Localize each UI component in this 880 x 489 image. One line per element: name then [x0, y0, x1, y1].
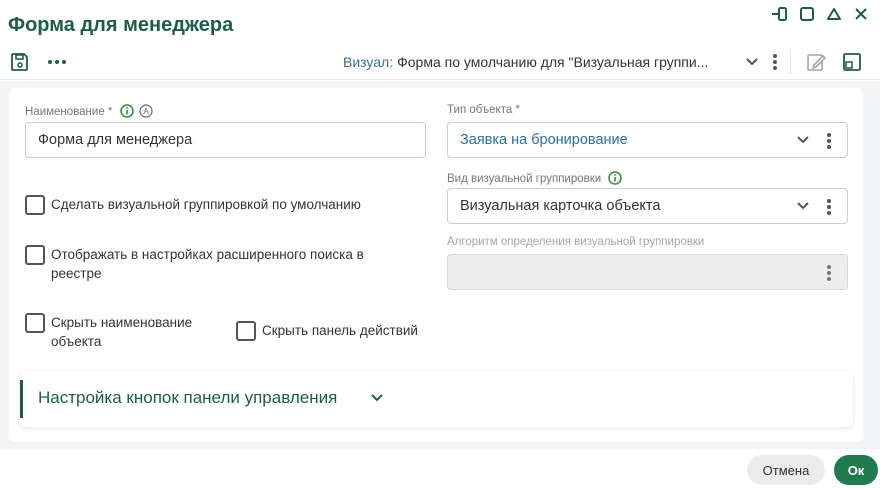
algorithm-label: Алгоритм определения визуальной группиро…	[447, 236, 705, 248]
hide-name-label-line2: объекта	[51, 334, 102, 349]
name-label-text: Наименование *	[25, 106, 113, 118]
visual-group-label-text: Вид визуальной группировки	[447, 173, 602, 185]
default-group-checkbox-label: Сделать визуальной группировкой по умолч…	[51, 197, 361, 212]
algorithm-select	[447, 254, 848, 290]
chevron-down-icon[interactable]	[795, 132, 811, 148]
ok-button[interactable]: Ок	[834, 455, 878, 485]
name-input-value: Форма для менеджера	[38, 132, 193, 148]
name-label: Наименование * A	[25, 104, 153, 118]
chevron-down-icon[interactable]	[795, 198, 811, 214]
visual-value: Форма по умолчанию для "Визуальная групп…	[397, 54, 709, 70]
more-vertical-icon[interactable]	[823, 197, 835, 217]
control-panel-buttons-section[interactable]: Настройка кнопок панели управления	[20, 371, 853, 427]
object-type-value[interactable]: Заявка на бронирование	[460, 132, 628, 148]
hide-name-label-line1: Скрыть наименование	[51, 315, 193, 330]
more-vertical-icon[interactable]	[823, 131, 835, 151]
svg-text:A: A	[143, 107, 149, 116]
show-advanced-search-checkbox[interactable]	[25, 245, 45, 265]
pin-icon[interactable]	[771, 5, 789, 23]
hide-name-checkbox[interactable]	[25, 313, 45, 333]
close-icon[interactable]	[852, 5, 870, 23]
object-type-select[interactable]: Заявка на бронирование	[447, 122, 848, 158]
section-accent-bar	[20, 380, 23, 418]
default-group-checkbox[interactable]	[25, 195, 45, 215]
more-vertical-icon[interactable]	[823, 263, 835, 283]
info-icon	[119, 104, 134, 118]
object-type-label: Тип объекта *	[447, 104, 520, 116]
hide-name-label: Скрыть наименование объекта	[51, 313, 192, 351]
window-controls	[771, 5, 870, 23]
window-title: Форма для менеджера	[8, 14, 234, 36]
chevron-down-icon[interactable]	[370, 390, 384, 408]
save-icon[interactable]	[8, 50, 32, 74]
maximize-icon[interactable]	[798, 5, 816, 23]
section-title: Настройка кнопок панели управления	[38, 388, 338, 407]
collapse-icon[interactable]	[825, 5, 843, 23]
show-advanced-search-label-line2: реестре	[51, 266, 102, 281]
cancel-button[interactable]: Отмена	[747, 455, 825, 485]
show-advanced-search-label-line1: Отображать в настройках расширенного пои…	[51, 247, 364, 262]
name-input[interactable]: Форма для менеджера	[25, 122, 426, 158]
show-advanced-search-label: Отображать в настройках расширенного пои…	[51, 245, 364, 283]
checkbox-row-hide-actions: Скрыть панель действий	[236, 321, 418, 341]
more-vertical-icon[interactable]	[763, 50, 787, 74]
checkbox-row-default-group: Сделать визуальной группировкой по умолч…	[25, 195, 361, 215]
autofill-icon: A	[139, 104, 153, 118]
visual-label: Визуал:	[343, 54, 394, 70]
visual-group-value: Визуальная карточка объекта	[460, 198, 661, 214]
chevron-down-icon[interactable]	[740, 50, 764, 74]
visual-selector[interactable]: Визуал: Форма по умолчанию для "Визуальна…	[343, 54, 708, 70]
hide-actions-label: Скрыть панель действий	[262, 323, 418, 338]
layout-icon[interactable]	[840, 50, 864, 74]
info-icon	[608, 171, 623, 185]
toolbar-divider	[790, 50, 791, 74]
hide-actions-checkbox[interactable]	[236, 321, 256, 341]
visual-group-label: Вид визуальной группировки	[447, 171, 623, 185]
visual-group-select[interactable]: Визуальная карточка объекта	[447, 188, 848, 224]
edit-icon[interactable]	[804, 50, 828, 74]
checkbox-row-hide-name: Скрыть наименование объекта	[25, 313, 192, 351]
toolbar: Визуал: Форма по умолчанию для "Визуальна…	[0, 44, 880, 80]
more-horizontal-icon[interactable]	[45, 50, 69, 74]
checkbox-row-show-advanced: Отображать в настройках расширенного пои…	[25, 245, 364, 283]
